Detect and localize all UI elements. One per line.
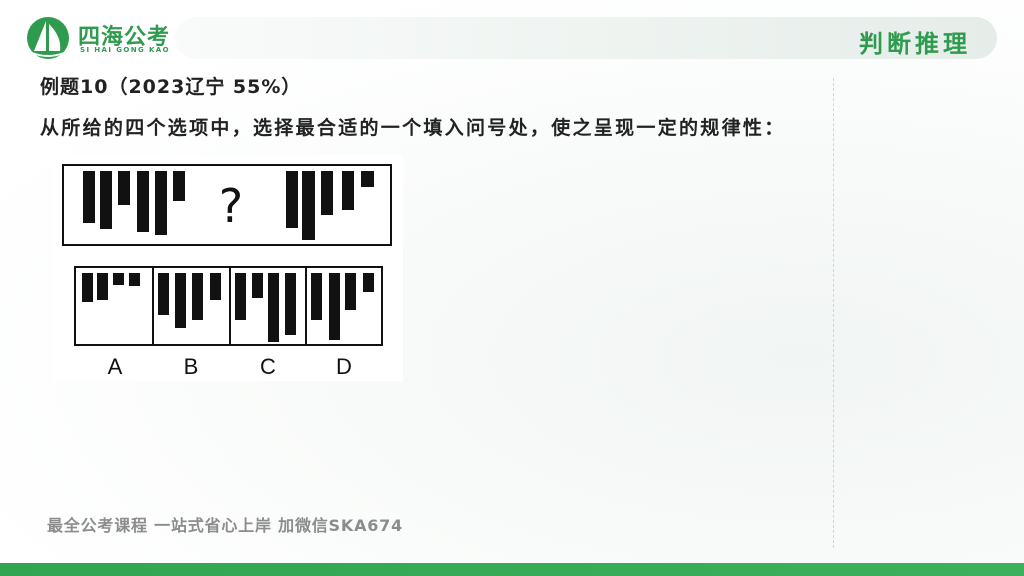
bar [118,171,130,205]
vertical-divider [833,78,834,548]
puzzle-figure-svg: ? A B C D [62,164,392,379]
bar [113,273,124,285]
bar [321,171,333,215]
bar [100,171,112,229]
bar [285,273,296,335]
option-label-c[interactable]: C [260,354,276,379]
footer-promo-text: 最全公考课程 一站式省心上岸 加微信SKA674 [47,516,404,535]
bar [363,273,374,292]
option-c-bars[interactable] [235,273,296,342]
bar [235,273,246,320]
question-row-right-bars [286,171,374,240]
bar [361,171,374,187]
bar [311,273,322,320]
option-label-b[interactable]: B [184,354,199,379]
bar [252,273,263,298]
bar [345,273,356,310]
sail-logo-icon [27,17,69,59]
bar [173,171,185,201]
option-d-bars[interactable] [311,273,374,340]
bar [158,273,169,315]
option-label-a[interactable]: A [108,354,123,379]
bar [342,171,354,210]
question-mark: ? [219,179,243,233]
bar [210,273,221,300]
bar [82,273,93,302]
bottom-green-bar [0,563,1024,576]
bar [268,273,279,342]
bar [129,273,140,286]
bar [155,171,167,235]
logo-subtitle: SI HAI GONG KAO [80,46,170,54]
bar [286,171,298,228]
bar [302,171,315,240]
bar [137,171,149,232]
option-a-bars[interactable] [82,273,140,302]
header-bar: 判断推理 [175,17,997,59]
question-prompt: 从所给的四个选项中，选择最合适的一个填入问号处，使之呈现一定的规律性： [40,117,786,139]
section-title: 判断推理 [859,30,971,58]
bar [192,273,203,320]
puzzle-figure: ? A B C D [53,155,403,381]
bar [329,273,340,340]
question-row-left-bars [83,171,185,235]
bar [97,273,108,300]
option-label-d[interactable]: D [336,354,352,379]
bar [175,273,186,328]
option-b-bars[interactable] [158,273,221,328]
question-title: 例题10（2023辽宁 55%） [40,76,302,98]
bar [83,171,95,223]
